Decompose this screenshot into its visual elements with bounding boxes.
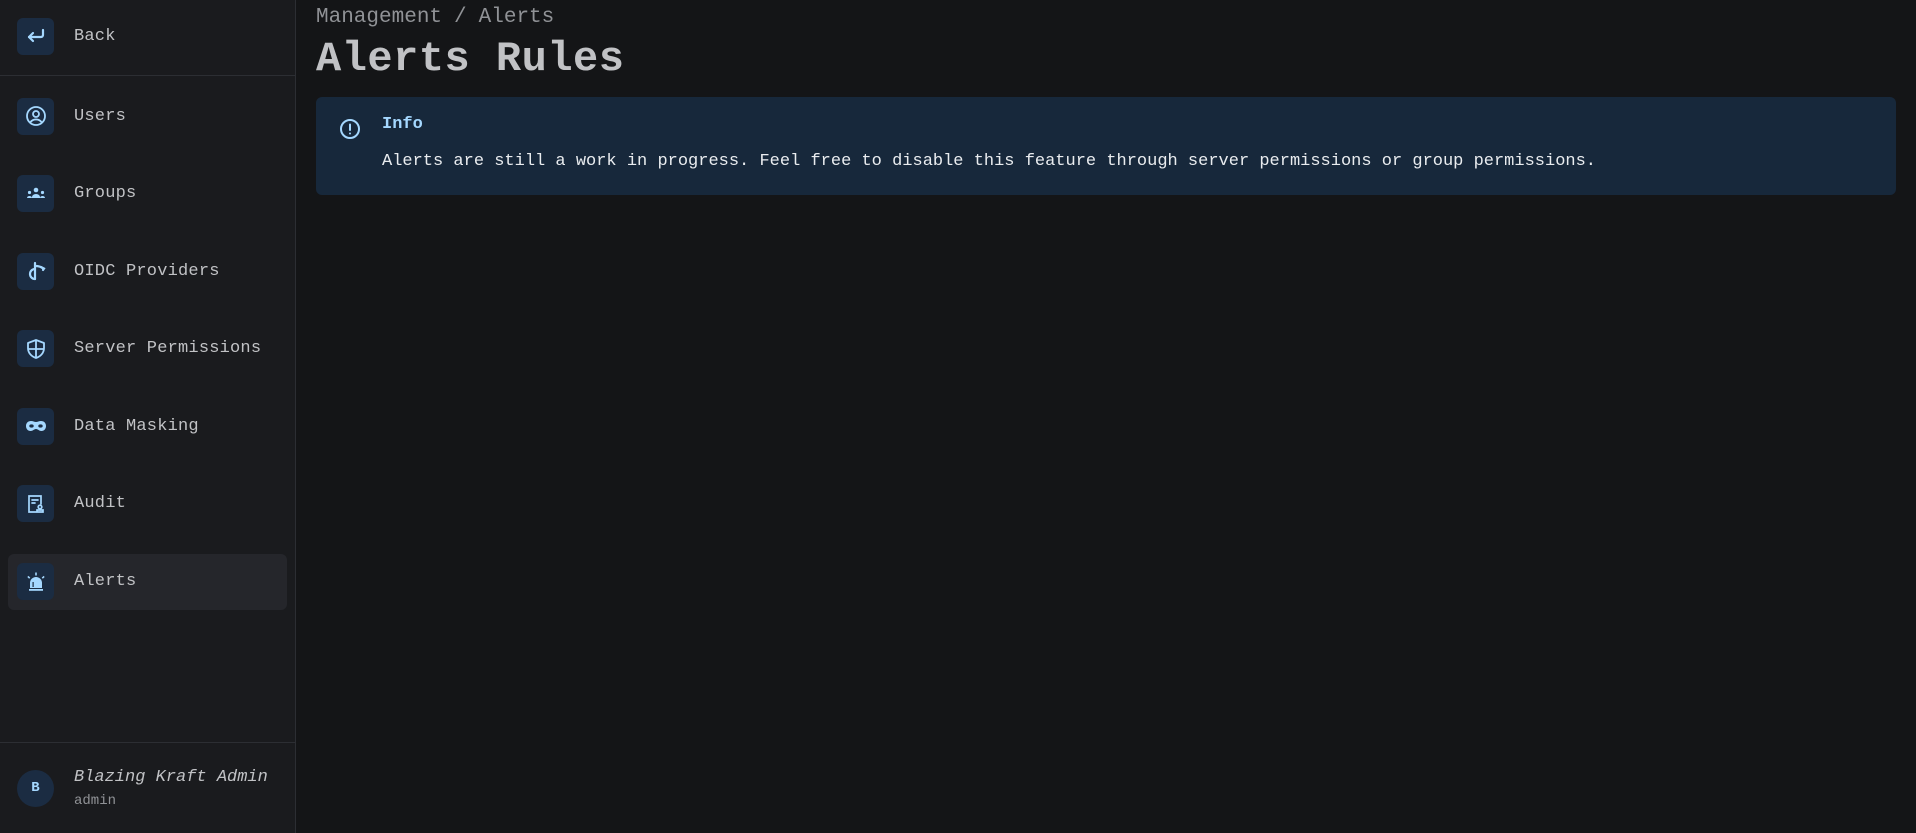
shield-icon [17,330,54,368]
breadcrumb-separator: / [454,6,467,29]
alarm-light-icon [17,563,54,601]
main-content: Management / Alerts Alerts Rules Info Al… [296,0,1916,833]
breadcrumb-item-alerts: Alerts [478,6,555,29]
user-name: Blazing Kraft Admin [74,767,268,787]
avatar: B [17,769,54,807]
user-circle-icon [17,97,54,135]
certificate-icon [17,485,54,523]
page-title: Alerts Rules [316,35,625,83]
sidebar-item-label: Data Masking [74,416,199,436]
alert-title: Info [382,115,423,134]
user-role: admin [74,792,117,809]
info-alert: Info Alerts are still a work in progress… [316,97,1896,195]
sidebar-item-label: Users [74,106,127,126]
breadcrumb-item-management[interactable]: Management [316,6,442,29]
sidebar-nav: Users Groups OIDC Providers Server Permi… [0,76,295,833]
back-arrow-icon [17,17,54,55]
sidebar-item-server-permissions[interactable]: Server Permissions [8,321,287,377]
sidebar-item-oidc-providers[interactable]: OIDC Providers [8,243,287,299]
user-info: Blazing Kraft Admin admin [74,768,268,809]
sidebar-item-audit[interactable]: Audit [8,476,287,532]
users-group-icon [17,175,54,213]
alert-body: Info Alerts are still a work in progress… [382,115,1596,177]
sidebar-item-users[interactable]: Users [8,88,287,144]
openid-icon [17,252,54,290]
sidebar-item-label: Audit [74,494,127,514]
sidebar-item-label: Groups [74,184,137,204]
sidebar-item-data-masking[interactable]: Data Masking [8,398,287,454]
sidebar-item-groups[interactable]: Groups [8,166,287,222]
back-label: Back [74,26,116,46]
alert-message: Alerts are still a work in progress. Fee… [382,152,1596,171]
user-profile[interactable]: B Blazing Kraft Admin admin [0,742,295,833]
app: Back Users Groups OIDC Providers Server … [0,0,1916,833]
info-circle-icon [338,117,362,141]
back-button[interactable]: Back [8,8,287,64]
breadcrumb: Management / Alerts [316,6,1896,29]
sidebar-item-alerts[interactable]: Alerts [8,553,287,610]
sidebar-item-label: Alerts [74,572,137,592]
sidebar-item-label: OIDC Providers [74,261,220,281]
sidebar-item-label: Server Permissions [74,339,262,359]
back-section: Back [0,0,295,76]
mask-icon [17,407,54,445]
sidebar: Back Users Groups OIDC Providers Server … [0,0,296,833]
